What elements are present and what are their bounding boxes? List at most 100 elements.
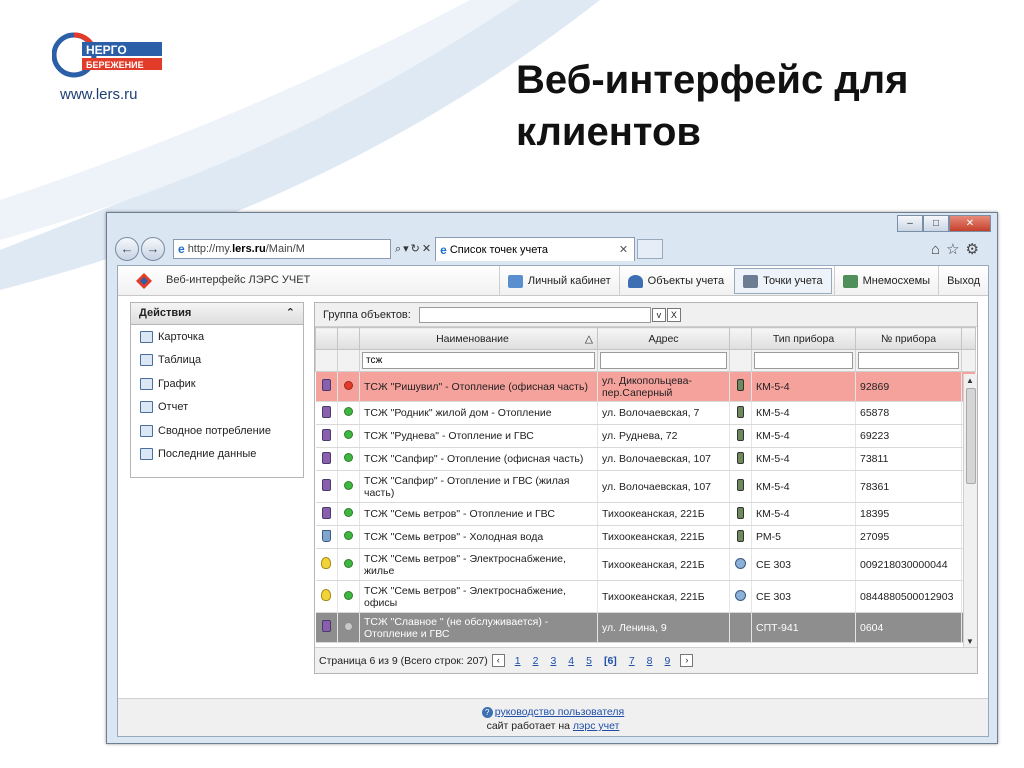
nav-mnemonic[interactable]: Мнемосхемы <box>833 266 939 296</box>
heat-meter-icon <box>321 620 331 632</box>
grid-scrollbar[interactable]: ▲ ▼ <box>963 374 977 648</box>
latest-data-icon <box>140 448 153 461</box>
device-type-filter-input[interactable] <box>754 352 853 369</box>
cell-device-type: КМ-5-4 <box>751 447 856 471</box>
cell-name: ТСЖ "Родник" жилой дом - Отопление <box>359 401 598 425</box>
action-chart[interactable]: График <box>131 372 303 396</box>
page-link[interactable]: 5 <box>586 655 592 667</box>
page-link[interactable]: [6] <box>604 655 617 667</box>
table-row[interactable]: ТСЖ "Семь ветров" - Электроснабжение, жи… <box>315 548 976 581</box>
ie-icon: e <box>178 242 185 256</box>
cell-device-number: 0604 <box>855 612 962 643</box>
actions-header[interactable]: Действия ⌃ <box>131 303 303 325</box>
minimize-icon[interactable]: – <box>897 215 923 232</box>
help-icon: ? <box>481 707 493 718</box>
heat-meter-icon <box>321 451 331 464</box>
action-summary[interactable]: Сводное потребление <box>131 419 303 443</box>
action-card[interactable]: Карточка <box>131 325 303 349</box>
cell-device-type: КМ-5-4 <box>751 371 856 402</box>
scroll-up-icon[interactable]: ▲ <box>966 376 974 385</box>
table-row[interactable]: ТСЖ "Ришувил" - Отопление (офисная часть… <box>315 371 976 402</box>
status-green-icon <box>344 531 353 540</box>
user-guide-link[interactable]: руководство пользователя <box>495 706 625 718</box>
lers-link[interactable]: лэрс учет <box>573 720 620 732</box>
page-link[interactable]: 2 <box>533 655 539 667</box>
cell-address: ул. Волочаевская, 7 <box>597 401 730 425</box>
name-filter-input[interactable] <box>362 352 595 369</box>
cell-name: ТСЖ "Руднева" - Отопление и ГВС <box>359 424 598 448</box>
nav-label: Объекты учета <box>647 275 725 287</box>
action-label: График <box>158 377 196 390</box>
nav-personal-cabinet[interactable]: Личный кабинет <box>498 266 619 296</box>
clear-icon[interactable]: X <box>666 307 681 322</box>
forward-icon[interactable]: → <box>141 237 165 261</box>
scroll-down-icon[interactable]: ▼ <box>966 637 974 646</box>
page-link[interactable]: 3 <box>550 655 556 667</box>
device-icon <box>737 379 744 391</box>
page-link[interactable]: 8 <box>647 655 653 667</box>
address-prefix: http://my. <box>187 243 233 255</box>
page-link[interactable]: 4 <box>568 655 574 667</box>
cell-device-type: КМ-5-4 <box>751 502 856 526</box>
next-page-icon[interactable]: › <box>680 654 694 667</box>
back-icon[interactable]: ← <box>115 237 139 261</box>
site-url: www.lers.ru <box>60 86 138 103</box>
column-header-name[interactable]: Наименование △ <box>359 327 598 350</box>
page-link[interactable]: 1 <box>515 655 521 667</box>
cell-address: Тихоокеанская, 221Б <box>597 580 730 613</box>
nav-logout[interactable]: Выход <box>938 266 988 296</box>
new-tab-button[interactable] <box>637 239 664 259</box>
page-link[interactable]: 7 <box>629 655 635 667</box>
nav-objects[interactable]: Объекты учета <box>618 266 732 296</box>
nav-metering-points[interactable]: Точки учета <box>734 268 832 294</box>
action-latest-data[interactable]: Последние данные <box>131 443 303 467</box>
address-filter-input[interactable] <box>600 352 727 369</box>
pager: Страница 6 из 9 (Всего строк: 207) ‹ 123… <box>315 647 977 673</box>
cell-address: ул. Дикопольцева-пер.Саперный <box>597 371 730 402</box>
status-red-icon <box>344 380 353 390</box>
device-icon <box>737 405 744 418</box>
cell-device-number: 73811 <box>855 447 962 471</box>
browser-toolbar: ← → e http://my. lers.ru/Main/M ⌕▾↻✕ e Сп… <box>115 235 985 263</box>
network-device-icon <box>735 589 746 601</box>
address-bar[interactable]: e http://my. lers.ru/Main/M <box>173 239 391 259</box>
table-row[interactable]: ТСЖ "Славное " (не обслуживается) - Отоп… <box>315 612 976 643</box>
group-select-input[interactable] <box>418 306 651 323</box>
browser-tab[interactable]: e Список точек учета ✕ <box>435 237 636 261</box>
table-row[interactable]: ТСЖ "Родник" жилой дом - Отопление ул. Во… <box>315 401 976 425</box>
table-row[interactable]: ТСЖ "Сапфир" - Отопление и ГВС (жилая ча… <box>315 470 976 503</box>
page-footer: ? руководство пользователя сайт работает … <box>118 698 988 736</box>
dropdown-icon[interactable]: v <box>651 307 666 322</box>
column-header-device-type[interactable]: Тип прибора <box>751 327 856 350</box>
table-row[interactable]: ТСЖ "Семь ветров" - Холодная вода Тихооке… <box>315 525 976 549</box>
collapse-icon[interactable]: ⌃ <box>286 306 295 319</box>
cell-name: ТСЖ "Семь ветров" - Отопление и ГВС <box>359 502 598 526</box>
network-device-icon <box>735 557 746 569</box>
column-header-address[interactable]: Адрес <box>597 327 730 350</box>
page-link[interactable]: 9 <box>665 655 671 667</box>
column-header-device-number[interactable]: № прибора <box>855 327 962 350</box>
sort-ascending-icon: △ <box>584 332 593 345</box>
table-row[interactable]: ТСЖ "Семь ветров" - Электроснабжение, оф… <box>315 580 976 613</box>
metering-points-icon <box>743 274 759 288</box>
table-row[interactable]: ТСЖ "Семь ветров" - Отопление и ГВС Тихоо… <box>315 502 976 526</box>
action-report[interactable]: Отчет <box>131 396 303 420</box>
close-window-icon[interactable]: ✕ <box>949 215 991 232</box>
status-green-icon <box>344 590 353 600</box>
maximize-icon[interactable]: □ <box>923 215 949 232</box>
action-table[interactable]: Таблица <box>131 349 303 373</box>
window-controls: – □ ✕ <box>897 215 991 232</box>
address-tools-icon[interactable]: ⌕▾↻✕ <box>395 242 433 256</box>
cell-device-type: CE 303 <box>751 548 856 581</box>
action-label: Последние данные <box>158 448 257 461</box>
report-icon <box>140 401 153 414</box>
prev-page-icon[interactable]: ‹ <box>491 654 505 667</box>
browser-home-favorites-settings-icon[interactable]: ⌂☆⚙ <box>931 240 985 258</box>
table-row[interactable]: ТСЖ "Сапфир" - Отопление (офисная часть)… <box>315 447 976 471</box>
cell-address: ул. Руднева, 72 <box>597 424 730 448</box>
table-row[interactable]: ТСЖ "Руднева" - Отопление и ГВС ул. Рудне… <box>315 424 976 448</box>
tab-close-icon[interactable]: ✕ <box>619 243 628 256</box>
device-number-filter-input[interactable] <box>858 352 959 369</box>
scroll-thumb[interactable] <box>966 388 976 484</box>
cell-device-type: РМ-5 <box>751 525 856 549</box>
